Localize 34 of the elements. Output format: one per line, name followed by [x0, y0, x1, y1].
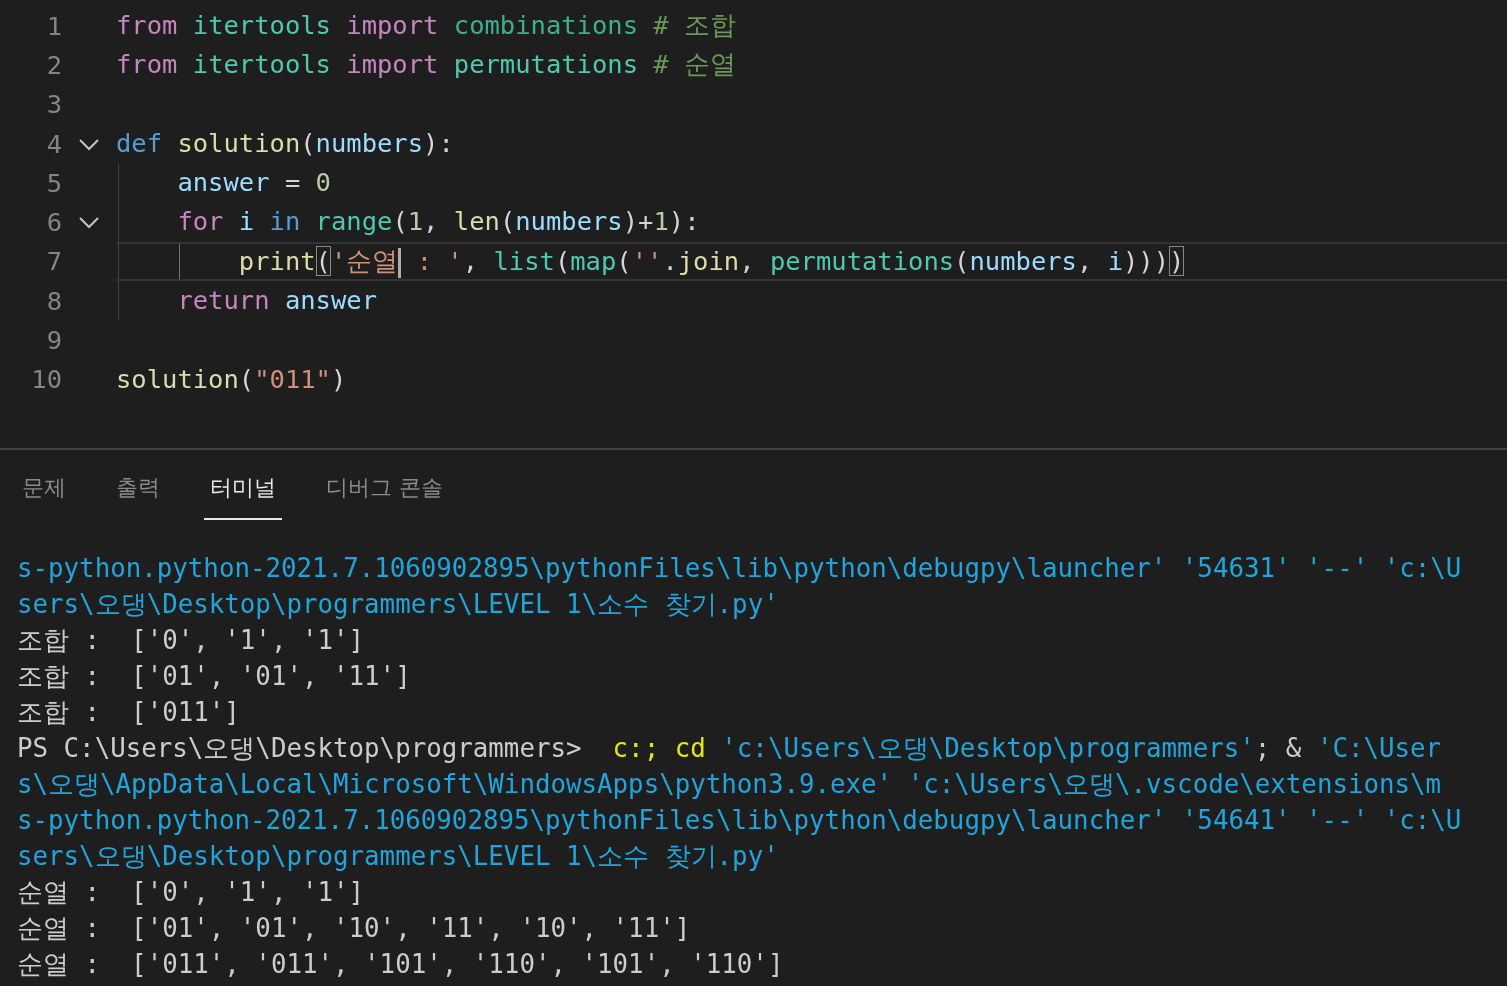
code-line: def solution(numbers):: [116, 126, 455, 160]
code-line: print('순열 : ', list(map(''.join, permutations(numbers, i)))): [116, 241, 1507, 282]
terminal-line: sers\오댕\Desktop\programmers\LEVEL 1\소수 찾기.py': [17, 840, 780, 873]
terminal-line: 조합 : ['01', '01', '11']: [17, 660, 412, 693]
line-number: 9: [45, 325, 62, 355]
line-number: 5: [45, 167, 62, 198]
line-number: 2: [45, 49, 62, 80]
terminal-line: PS C:\Users\오댕\Desktop\programmers> c:; cd 'c:\Users\오댕\Desktop\programmers'; & 'C:\User: [17, 732, 1443, 765]
terminal-line: 조합 : ['011']: [17, 696, 241, 729]
terminal-line: 순열 : ['01', '01', '10', '11', '10', '11']: [17, 912, 692, 945]
panel-tab[interactable]: 터미널: [204, 472, 282, 520]
terminal-line: s\오댕\AppData\Local\Microsoft\WindowsApps\python3.9.exe' 'c:\Users\오댕\.vscode\extensions\m: [17, 768, 1443, 801]
panel-tab[interactable]: 디버그 콘솔: [320, 472, 449, 520]
line-number: 4: [45, 128, 62, 159]
panel-tab[interactable]: 출력: [110, 472, 166, 520]
terminal-line: s-python.python-2021.7.1060902895\pythonFiles\lib\python\debugpy\launcher' '54631' '--' 'c:\U: [17, 552, 1463, 585]
line-number: 6: [45, 207, 62, 238]
terminal-line: 순열 : ['0', '1', '1']: [17, 876, 366, 909]
code-line: answer = 0: [116, 163, 1507, 203]
line-number: 7: [45, 246, 62, 277]
line-number: 3: [45, 89, 62, 120]
line-number: 8: [45, 285, 62, 316]
code-line: return answer: [116, 281, 1507, 321]
terminal-line: sers\오댕\Desktop\programmers\LEVEL 1\소수 찾기.py': [17, 588, 780, 621]
panel-tab[interactable]: 문제: [16, 472, 72, 520]
code-line: from itertools import permutations # 순열: [116, 48, 738, 82]
terminal-line: s-python.python-2021.7.1060902895\pythonFiles\lib\python\debugpy\launcher' '54641' '--' 'c:\U: [17, 804, 1463, 837]
terminal-line: 조합 : ['0', '1', '1']: [17, 624, 366, 657]
terminal-line: 순열 : ['011', '011', '101', '110', '101', '110']: [17, 948, 785, 981]
line-number: 10: [30, 364, 62, 395]
code-line: for i in range(1, len(numbers)+1):: [116, 202, 1507, 242]
line-number: 1: [45, 10, 62, 41]
code-line: from itertools import combinations # 조합: [116, 9, 738, 42]
code-line: solution("011"): [116, 362, 348, 396]
